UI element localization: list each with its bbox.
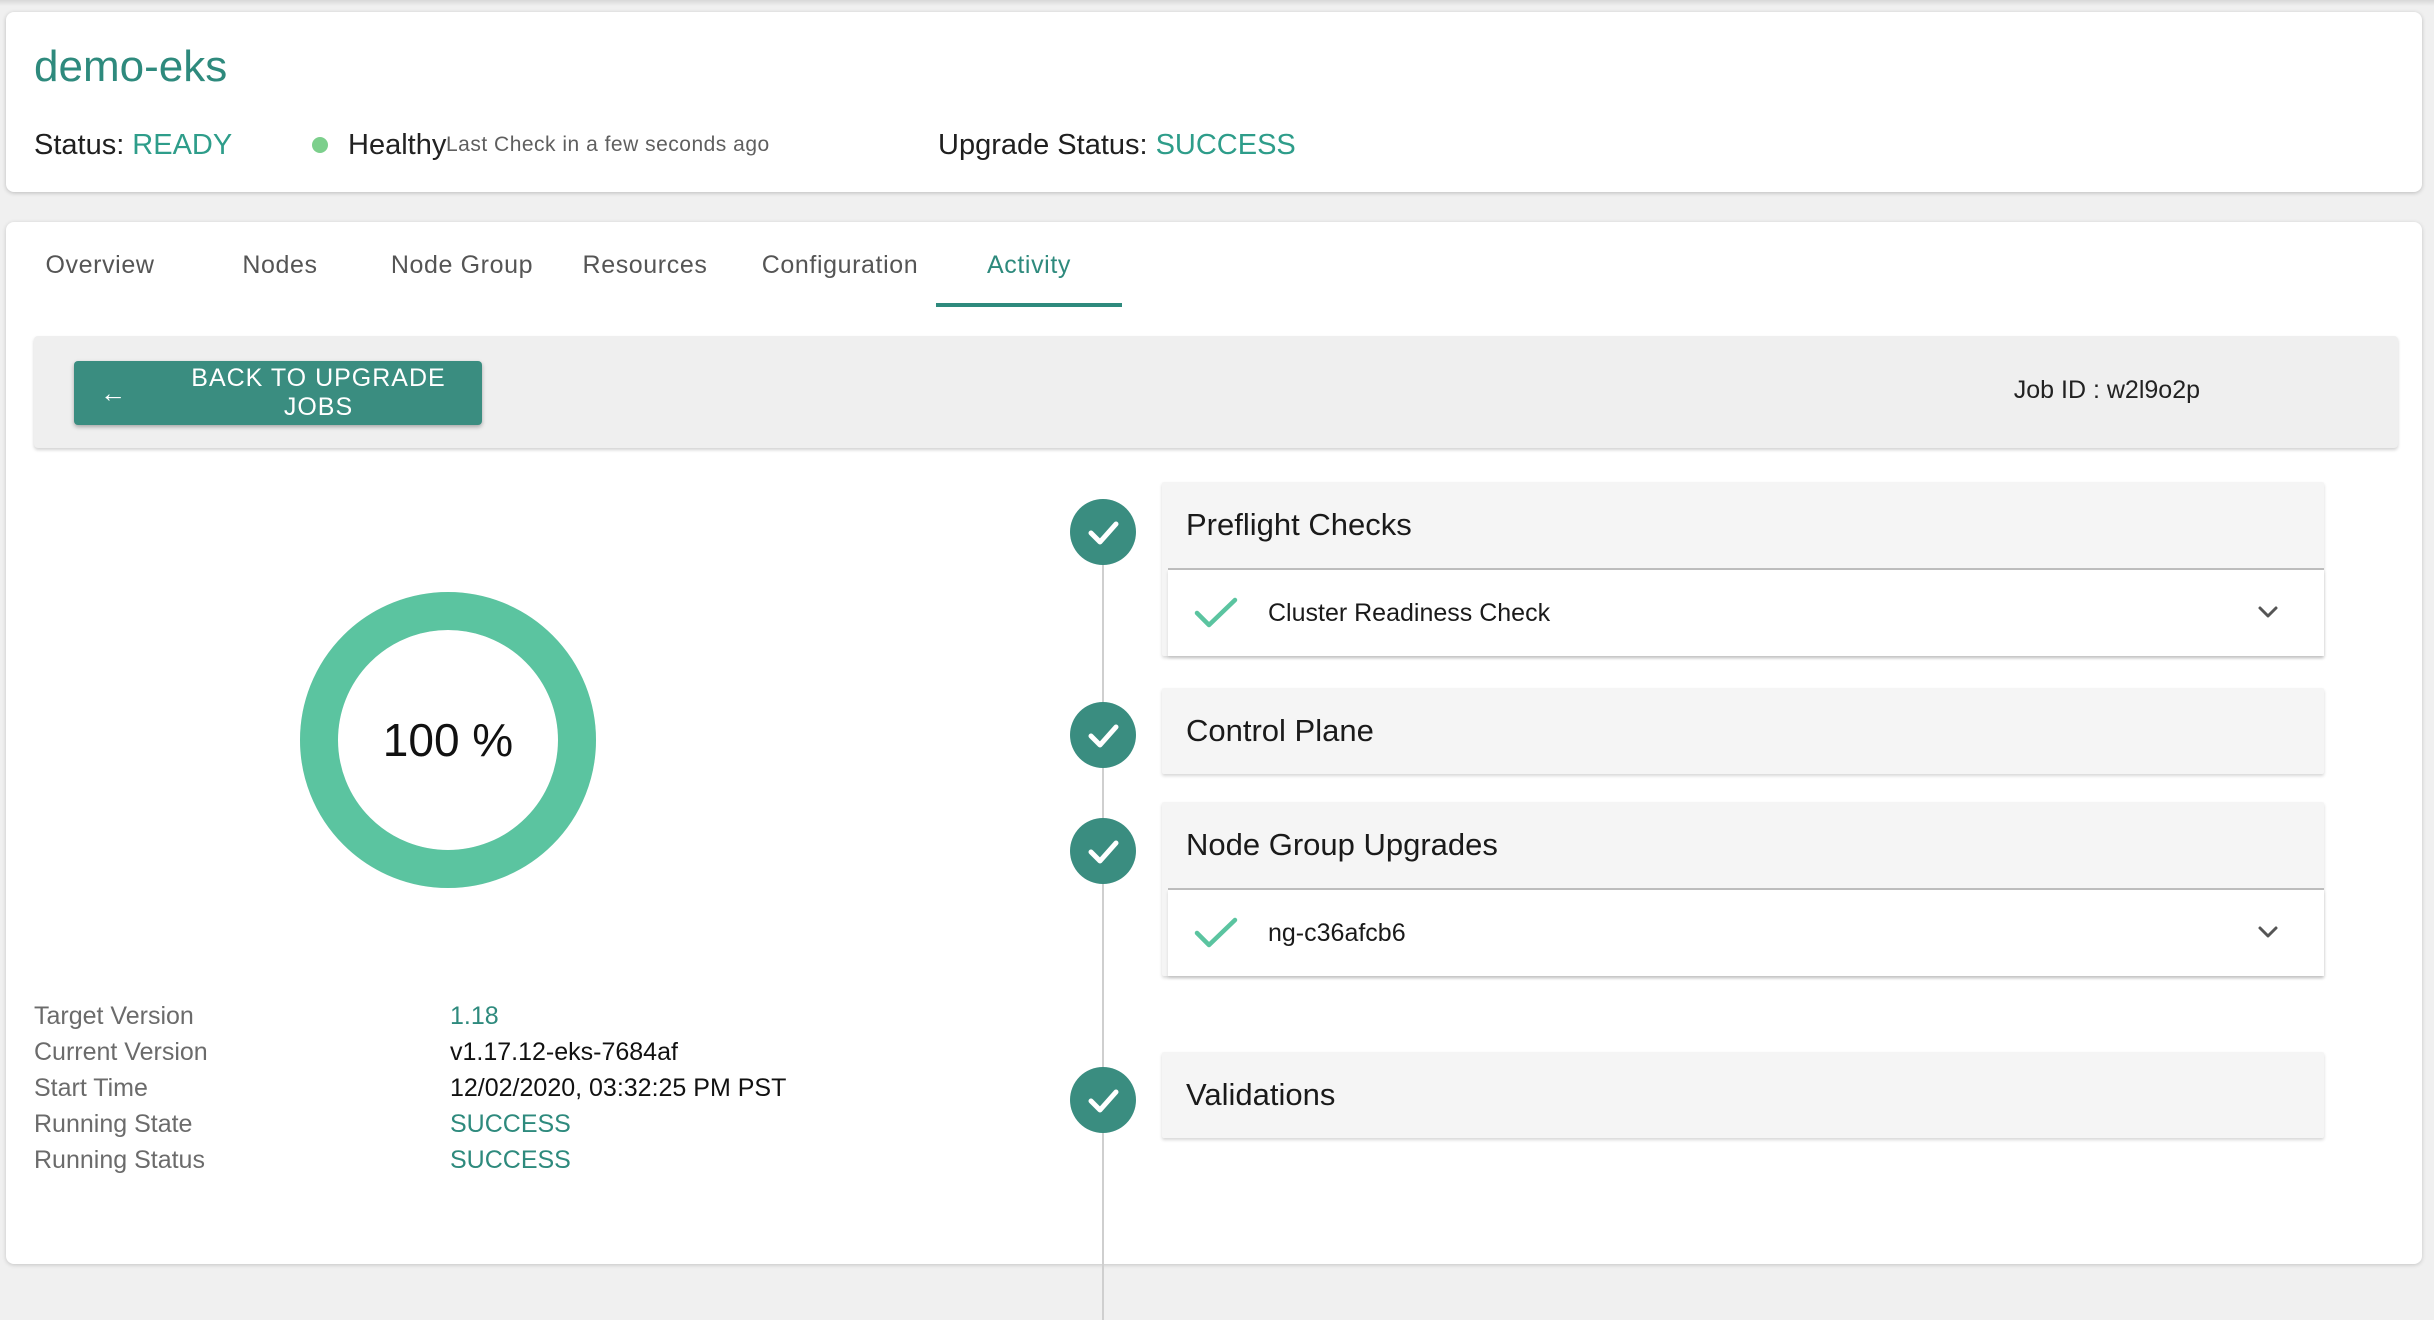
tab-node-group[interactable]: Node Group xyxy=(372,222,552,308)
upgrade-status-value: SUCCESS xyxy=(1155,128,1296,161)
arrow-left-icon: ← xyxy=(100,377,127,408)
detail-label: Current Version xyxy=(34,1038,208,1066)
main-panel: Overview Nodes Node Group Resources Conf… xyxy=(6,222,2422,1320)
upgrade-status: Upgrade Status: SUCCESS xyxy=(938,129,1296,162)
substep-label: Cluster Readiness Check xyxy=(1268,598,1551,627)
check-circle-icon xyxy=(1070,818,1136,884)
active-tab-indicator xyxy=(936,303,1122,307)
detail-value: SUCCESS xyxy=(450,1110,571,1138)
detail-label: Start Time xyxy=(34,1074,148,1102)
back-button-label: BACK TO UPGRADE JOBS xyxy=(191,364,446,421)
detail-value: SUCCESS xyxy=(450,1146,571,1174)
detail-value: 1.18 xyxy=(450,1002,499,1030)
status-row: Status: READY Healthy Last Check in a fe… xyxy=(34,125,1296,165)
check-icon xyxy=(1194,917,1238,948)
detail-label: Running State xyxy=(34,1110,193,1138)
cluster-name: demo-eks xyxy=(34,42,228,91)
step-title: Control Plane xyxy=(1186,713,1374,748)
chevron-down-icon[interactable] xyxy=(2254,598,2282,626)
substep-label: ng-c36afcb6 xyxy=(1268,918,1406,947)
upgrade-status-label: Upgrade Status: xyxy=(938,128,1148,161)
health-dot-icon xyxy=(312,137,328,153)
last-check-text: Last Check in a few seconds ago xyxy=(446,133,770,156)
check-icon xyxy=(1194,597,1238,628)
step-control-plane: Control Plane xyxy=(1162,688,2324,774)
chevron-down-icon[interactable] xyxy=(2254,918,2282,946)
check-circle-icon xyxy=(1070,1067,1136,1133)
step-preflight-checks: Preflight Checks Cluster Readiness Check xyxy=(1162,482,2324,656)
status-value: READY xyxy=(132,128,233,161)
step-title: Preflight Checks xyxy=(1186,507,1412,542)
check-circle-icon xyxy=(1070,499,1136,565)
timeline-line xyxy=(1102,532,1104,1320)
step-title: Validations xyxy=(1186,1077,1336,1112)
detail-value: v1.17.12-eks-7684af xyxy=(450,1038,678,1066)
tab-bar: Overview Nodes Node Group Resources Conf… xyxy=(6,222,1206,308)
detail-label: Running Status xyxy=(34,1146,205,1174)
tab-resources[interactable]: Resources xyxy=(562,222,728,308)
tab-activity[interactable]: Activity xyxy=(936,222,1122,308)
health-indicator: Healthy xyxy=(312,129,446,162)
job-toolbar: ← BACK TO UPGRADE JOBS Job ID : w2l9o2p xyxy=(34,336,2398,448)
back-to-upgrade-jobs-button[interactable]: ← BACK TO UPGRADE JOBS xyxy=(74,361,482,425)
top-shadow xyxy=(0,0,2434,6)
tab-nodes[interactable]: Nodes xyxy=(202,222,358,308)
cluster-header: demo-eks Status: READY Healthy Last Chec… xyxy=(6,12,2422,192)
tab-overview[interactable]: Overview xyxy=(6,222,194,308)
status-label: Status: xyxy=(34,128,125,161)
substep-ng-c36afcb6[interactable]: ng-c36afcb6 xyxy=(1168,890,2324,976)
check-circle-icon xyxy=(1070,702,1136,768)
detail-value: 12/02/2020, 03:32:25 PM PST xyxy=(450,1074,787,1102)
step-node-group-upgrades: Node Group Upgrades ng-c36afcb6 xyxy=(1162,802,2324,976)
job-id: Job ID : w2l9o2p xyxy=(2013,376,2200,404)
progress-percent: 100 % xyxy=(382,714,514,766)
step-validations: Validations xyxy=(1162,1052,2324,1138)
detail-label: Target Version xyxy=(34,1002,194,1030)
substep-cluster-readiness-check[interactable]: Cluster Readiness Check xyxy=(1168,570,2324,656)
tab-configuration[interactable]: Configuration xyxy=(742,222,938,308)
step-title: Node Group Upgrades xyxy=(1186,827,1498,862)
health-text: Healthy xyxy=(348,128,447,161)
